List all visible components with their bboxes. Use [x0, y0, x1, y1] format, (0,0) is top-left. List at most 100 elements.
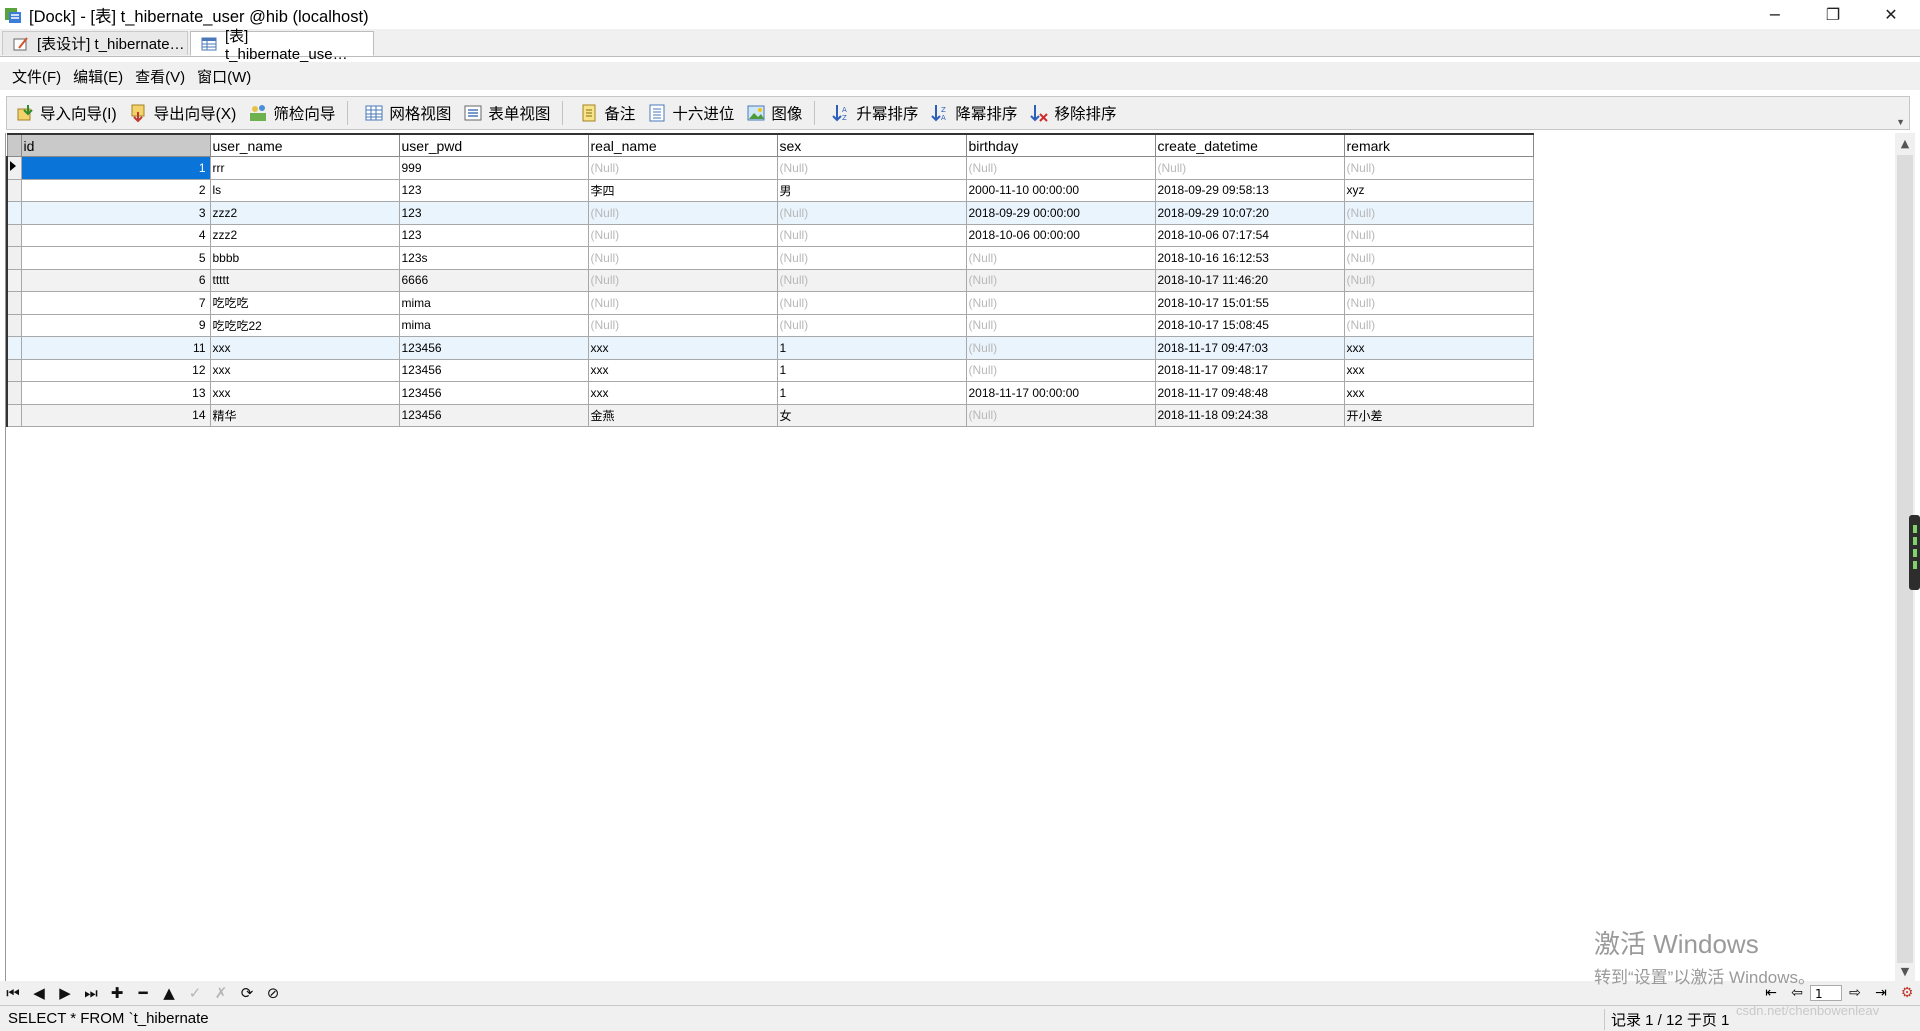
- cell-user-name[interactable]: zzz2: [209, 201, 400, 225]
- cell-user-pwd[interactable]: 123456: [398, 403, 589, 427]
- table-row[interactable]: 13 xxx 123456 xxx 1 2018-11-17 00:00:00 2018-1…: [6, 381, 1534, 405]
- cell-birthday[interactable]: (Null): [965, 156, 1156, 180]
- cell-user-pwd[interactable]: 123s: [398, 246, 589, 270]
- table-row[interactable]: 6 ttttt 6666 (Null) (Null) (Null) 2018-10-17 1…: [6, 268, 1534, 292]
- table-row[interactable]: 3 zzz2 123 (Null) (Null) 2018-09-29 00:00:00 2…: [6, 201, 1534, 225]
- cell-birthday[interactable]: (Null): [965, 246, 1156, 270]
- column-header-create-datetime[interactable]: create_datetime: [1154, 133, 1345, 157]
- menu-edit[interactable]: 编辑(E): [73, 66, 123, 87]
- cell-user-name[interactable]: zzz2: [209, 223, 400, 247]
- sort-descending-button[interactable]: ZA 降幂排序: [930, 102, 1017, 124]
- previous-record-icon[interactable]: ◀: [26, 984, 52, 1002]
- export-wizard-button[interactable]: 导出向导(X): [129, 102, 236, 124]
- cell-real-name[interactable]: (Null): [587, 156, 778, 180]
- cell-remark[interactable]: xxx: [1343, 358, 1534, 382]
- next-page-icon[interactable]: ⇨: [1842, 985, 1868, 1001]
- cell-user-name[interactable]: xxx: [209, 381, 400, 405]
- cell-id[interactable]: 7: [20, 291, 211, 315]
- cell-remark[interactable]: (Null): [1343, 246, 1534, 270]
- cell-create-datetime[interactable]: 2018-11-17 09:48:17: [1154, 358, 1345, 382]
- row-indicator[interactable]: [6, 291, 22, 315]
- cell-birthday[interactable]: (Null): [965, 313, 1156, 337]
- cell-real-name[interactable]: xxx: [587, 381, 778, 405]
- cell-remark[interactable]: (Null): [1343, 156, 1534, 180]
- column-header-id[interactable]: id: [20, 133, 211, 157]
- cell-remark[interactable]: (Null): [1343, 313, 1534, 337]
- cell-id[interactable]: 4: [20, 223, 211, 247]
- cell-remark[interactable]: xxx: [1343, 336, 1534, 360]
- cell-sex[interactable]: 女: [776, 403, 967, 427]
- cell-sex[interactable]: (Null): [776, 201, 967, 225]
- cell-user-name[interactable]: bbbb: [209, 246, 400, 270]
- cell-id[interactable]: 13: [20, 381, 211, 405]
- row-indicator[interactable]: [6, 381, 22, 405]
- next-record-icon[interactable]: ▶: [52, 984, 78, 1002]
- refresh-icon[interactable]: ⟳: [234, 984, 260, 1002]
- cell-birthday[interactable]: 2000-11-10 00:00:00: [965, 178, 1156, 202]
- cell-real-name[interactable]: (Null): [587, 291, 778, 315]
- cell-create-datetime[interactable]: 2018-10-06 07:17:54: [1154, 223, 1345, 247]
- row-indicator[interactable]: [6, 178, 22, 202]
- cell-user-pwd[interactable]: 123456: [398, 381, 589, 405]
- cell-id[interactable]: 14: [20, 403, 211, 427]
- image-button[interactable]: 图像: [746, 102, 802, 124]
- cell-remark[interactable]: (Null): [1343, 291, 1534, 315]
- cell-real-name[interactable]: (Null): [587, 268, 778, 292]
- cell-birthday[interactable]: (Null): [965, 268, 1156, 292]
- column-header-remark[interactable]: remark: [1343, 133, 1534, 157]
- cell-remark[interactable]: 开小差: [1343, 403, 1534, 427]
- menu-file[interactable]: 文件(F): [12, 66, 61, 87]
- row-indicator[interactable]: [6, 223, 22, 247]
- cell-real-name[interactable]: (Null): [587, 313, 778, 337]
- import-wizard-button[interactable]: 导入向导(I): [15, 102, 117, 124]
- cell-remark[interactable]: xyz: [1343, 178, 1534, 202]
- table-row[interactable]: 14 精华 123456 金燕女 (Null) 2018-11-18 09:24:38 开小…: [6, 403, 1534, 427]
- row-indicator[interactable]: [6, 268, 22, 292]
- cell-user-name[interactable]: rrr: [209, 156, 400, 180]
- table-row[interactable]: 4 zzz2 123 (Null) (Null) 2018-10-06 00:00:00 2…: [6, 223, 1534, 247]
- toolbar-overflow-icon[interactable]: ▼: [1896, 117, 1905, 127]
- hex-button[interactable]: 十六进位: [647, 102, 734, 124]
- cell-id[interactable]: 5: [20, 246, 211, 270]
- cell-real-name[interactable]: (Null): [587, 246, 778, 270]
- table-row[interactable]: 2 ls 123 李四男 2000-11-10 00:00:00 2018-09-29 0…: [6, 178, 1534, 202]
- delete-record-icon[interactable]: ━: [130, 984, 156, 1002]
- cell-user-pwd[interactable]: 123456: [398, 336, 589, 360]
- tab-table-data[interactable]: [表] t_hibernate_use…: [190, 28, 374, 63]
- cell-user-name[interactable]: ls: [209, 178, 400, 202]
- cell-birthday[interactable]: 2018-09-29 00:00:00: [965, 201, 1156, 225]
- table-row[interactable]: 12 xxx 123456 xxx 1 (Null) 2018-11-17 09:48:17…: [6, 358, 1534, 382]
- cell-user-pwd[interactable]: 123456: [398, 358, 589, 382]
- filter-wizard-button[interactable]: 筛检向导: [248, 102, 335, 124]
- cell-id[interactable]: 3: [20, 201, 211, 225]
- row-indicator[interactable]: [6, 403, 22, 427]
- cell-create-datetime[interactable]: 2018-09-29 10:07:20: [1154, 201, 1345, 225]
- cell-id[interactable]: 9: [20, 313, 211, 337]
- cell-sex[interactable]: (Null): [776, 156, 967, 180]
- cell-id[interactable]: 2: [20, 178, 211, 202]
- cell-create-datetime[interactable]: 2018-10-16 16:12:53: [1154, 246, 1345, 270]
- cell-remark[interactable]: (Null): [1343, 268, 1534, 292]
- menu-view[interactable]: 查看(V): [135, 66, 185, 87]
- cell-create-datetime[interactable]: 2018-09-29 09:58:13: [1154, 178, 1345, 202]
- discard-changes-icon[interactable]: ✗: [208, 984, 234, 1002]
- cell-user-pwd[interactable]: 123: [398, 223, 589, 247]
- table-row[interactable]: 11 xxx 123456 xxx 1 (Null) 2018-11-17 09:47:03…: [6, 336, 1534, 360]
- row-indicator[interactable]: [6, 156, 22, 180]
- cell-sex[interactable]: (Null): [776, 268, 967, 292]
- cell-birthday[interactable]: 2018-11-17 00:00:00: [965, 381, 1156, 405]
- column-header-user-pwd[interactable]: user_pwd: [398, 133, 589, 157]
- cell-sex[interactable]: (Null): [776, 223, 967, 247]
- last-record-icon[interactable]: ⏭: [78, 984, 104, 1002]
- cell-user-name[interactable]: 吃吃吃: [209, 291, 400, 315]
- cell-create-datetime[interactable]: 2018-10-17 15:08:45: [1154, 313, 1345, 337]
- cell-create-datetime[interactable]: 2018-10-17 11:46:20: [1154, 268, 1345, 292]
- remove-sort-button[interactable]: 移除排序: [1029, 102, 1116, 124]
- cell-birthday[interactable]: 2018-10-06 00:00:00: [965, 223, 1156, 247]
- cell-birthday[interactable]: (Null): [965, 291, 1156, 315]
- add-record-icon[interactable]: ✚: [104, 984, 130, 1002]
- cell-remark[interactable]: (Null): [1343, 223, 1534, 247]
- cell-id[interactable]: 1: [20, 156, 211, 180]
- row-indicator[interactable]: [6, 336, 22, 360]
- cell-create-datetime[interactable]: 2018-11-17 09:47:03: [1154, 336, 1345, 360]
